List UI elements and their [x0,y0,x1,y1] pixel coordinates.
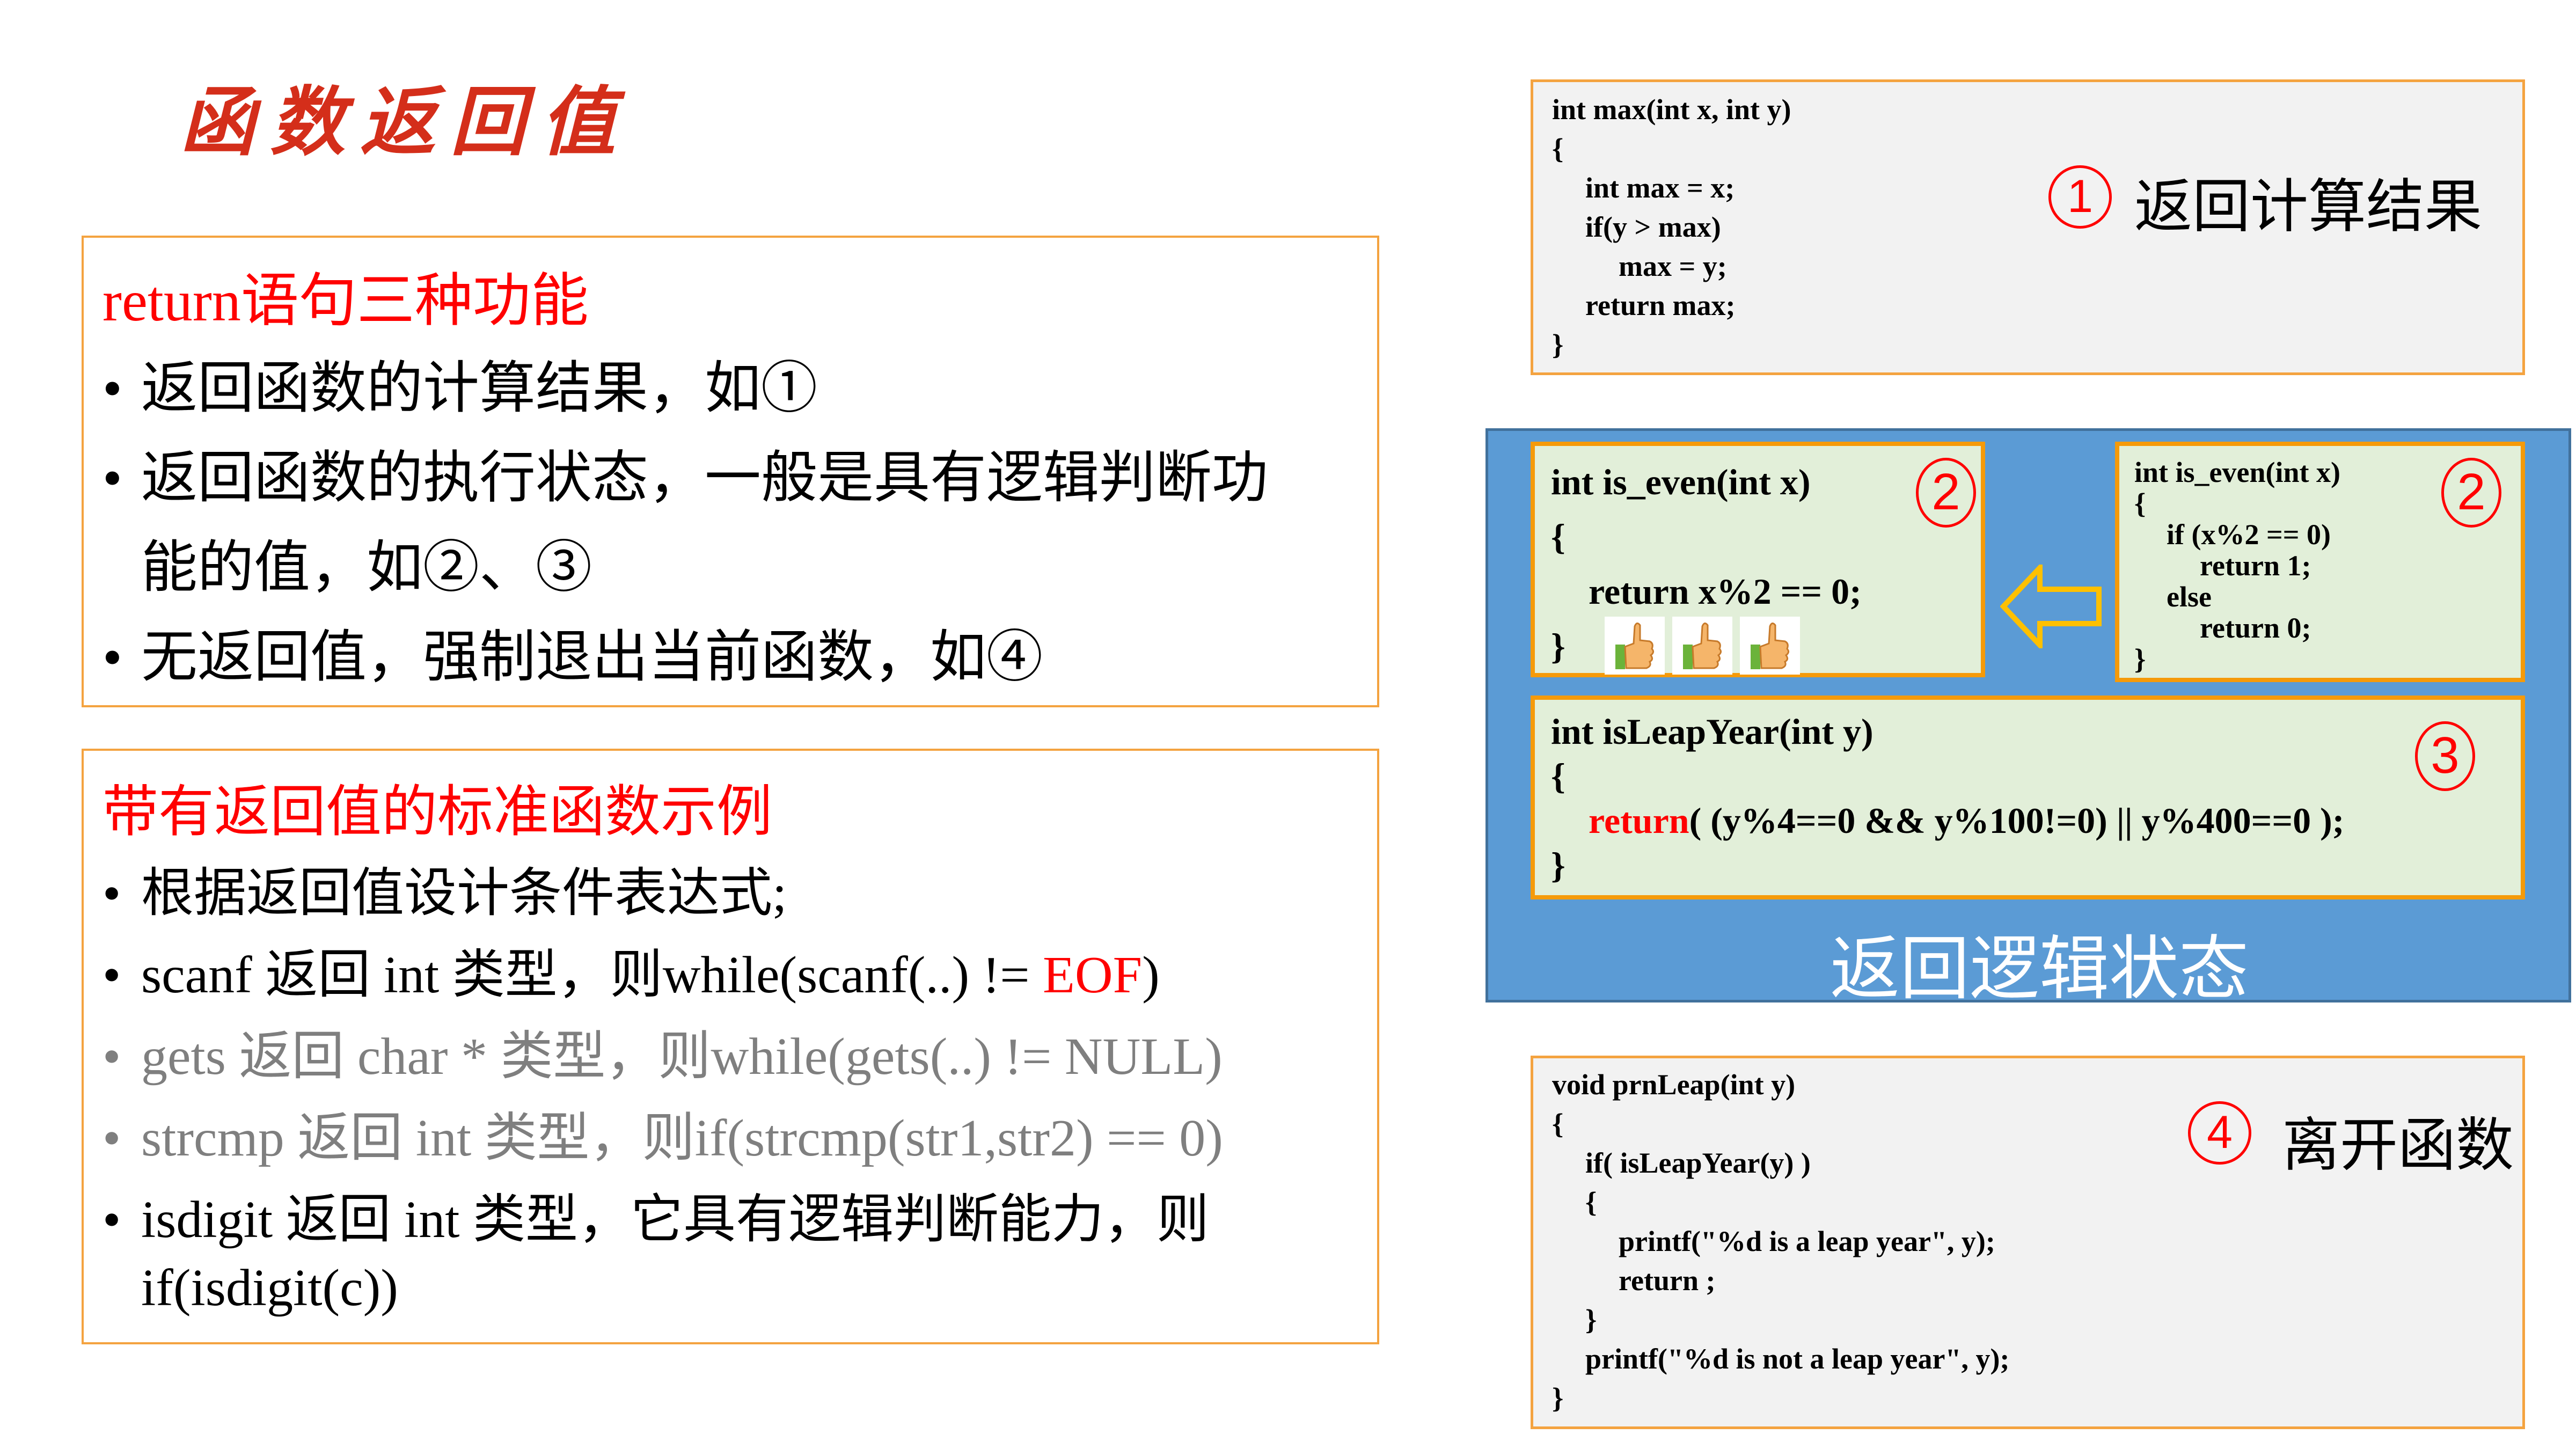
code-line-return: return max; [1585,289,1736,321]
bullet-item-continued: 能的值，如②、③ [141,536,592,599]
code-line: { [1585,1186,1597,1218]
code-line: } [1552,1382,1564,1414]
code-line: if( isLeapYear(y) ) [1585,1147,1811,1179]
box-heading: 带有返回值的标准函数示例 [103,781,773,843]
code-line: int max(int x, int y) [1552,93,1791,126]
code-line: int is_even(int x) [1551,462,1811,502]
code-line: max = y; [1619,250,1727,282]
is-even-short-box: int is_even(int x) { return x%2 == 0; } … [1531,442,1985,677]
code-line: { [1551,756,1565,796]
code-line: { [1552,1108,1564,1140]
is-even-long-box: int is_even(int x) { if (x%2 == 0) retur… [2115,442,2525,682]
bullet-item: • 返回函数的执行状态，一般是具有逻辑判断功 [103,447,1269,509]
code-line: { [1552,133,1564,165]
bullet-item-continued: if(isdigit(c)) [141,1259,398,1317]
code-line: void prnLeap(int y) [1552,1069,1796,1101]
circled-number: 2 [2441,458,2501,528]
bullet-item: • gets 返回 char * 类型，则while(gets(..) != NU… [103,1028,1223,1086]
thumbs-up-icon [1672,617,1732,675]
code-line: { [2134,487,2146,519]
code-line: } [1551,845,1565,885]
thumbs-up-icon [1740,617,1800,675]
code-line: return 0; [2200,612,2311,644]
circled-number: 4 [2188,1101,2251,1165]
code-line: if (x%2 == 0) [2167,518,2331,551]
bullet-item: • scanf 返回 int 类型，则while(scanf(..) != EOF… [103,946,1160,1004]
code-line-return: return x%2 == 0; [1589,571,1862,612]
code-line: } [1551,626,1565,667]
code-line: int is_even(int x) [2134,456,2340,488]
example1-code-box: int max(int x, int y) { int max = x; if(… [1531,79,2525,375]
page-title: 函数返回值 [180,82,631,165]
code-line: else [2167,581,2212,613]
circled-number: 3 [2415,721,2475,791]
code-line: { [1551,516,1565,557]
code-line: if(y > max) [1585,211,1721,243]
example4-code-box: void prnLeap(int y) { if( isLeapYear(y) … [1531,1056,2525,1429]
left-arrow-icon [2000,565,2102,648]
code-line: } [1585,1304,1597,1336]
return-functions-box: return语句三种功能 • 返回函数的计算结果，如① • 返回函数的执行状态，一般… [82,236,1379,707]
logic-panel-label: 返回逻辑状态 [1830,930,2249,1008]
standard-functions-box: 带有返回值的标准函数示例 • 根据返回值设计条件表达式; • scanf 返回 in… [82,749,1379,1344]
code-line-return: return( (y%4==0 && y%100!=0) || y%400==0… [1589,800,2345,841]
circled-number: 2 [1916,458,1976,528]
bullet-item: • 无返回值，强制退出当前函数，如④ [103,626,1043,689]
code-line: } [1552,328,1564,361]
bullet-item: • isdigit 返回 int 类型，它具有逻辑判断能力，则 [103,1191,1210,1249]
code-line: printf("%d is not a leap year", y); [1585,1343,2010,1375]
bullet-item: • 返回函数的计算结果，如① [103,357,818,420]
box-heading: return语句三种功能 [103,269,589,333]
code-line: return 1; [2200,550,2311,582]
code-line: int max = x; [1585,172,1735,204]
bullet-item: • strcmp 返回 int 类型，则if(strcmp(str1,str2) … [103,1109,1223,1167]
code-line: int isLeapYear(int y) [1551,711,1874,752]
bullet-item: • 根据返回值设计条件表达式; [103,865,787,923]
thumbs-up-icon [1605,617,1665,675]
code-line: } [2134,643,2146,675]
code-line-return: return ; [1619,1264,1716,1297]
code-line: printf("%d is a leap year", y); [1619,1225,1995,1257]
is-leap-year-box: int isLeapYear(int y) { return( (y%4==0 … [1531,696,2525,899]
circled-number: 1 [2048,165,2112,229]
example1-caption: 返回计算结果 [2134,174,2483,239]
thumbs-up-icons [1605,617,1800,675]
example4-caption: 离开函数 [2282,1113,2514,1177]
